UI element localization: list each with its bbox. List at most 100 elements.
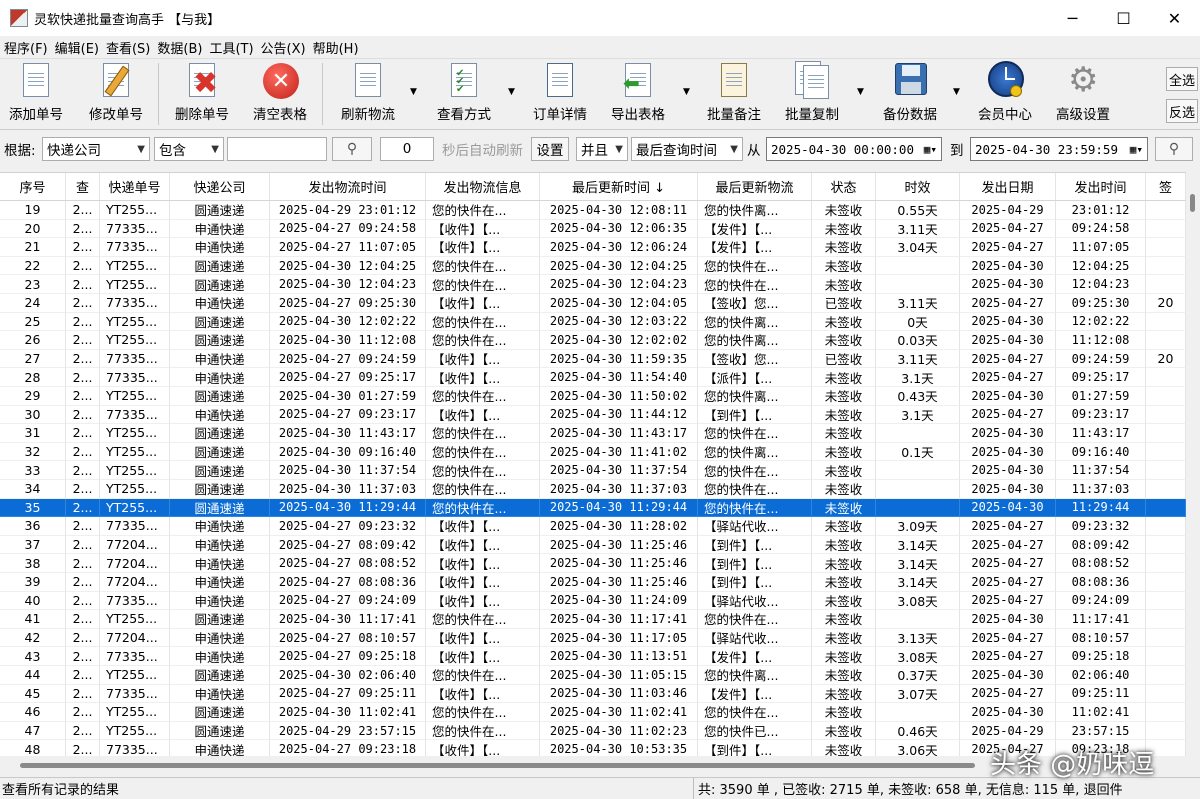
menu-data[interactable]: 数据(B) [153,38,205,57]
menu-notice[interactable]: 公告(X) [257,38,309,57]
advanced-settings-button[interactable]: ⚙ 高级设置 [1052,61,1114,127]
table-row[interactable]: 34 2... YT255... 圆通速递 2025-04-30 11:37:03 您的快… [0,480,1186,499]
table-row[interactable]: 43 2... 77335... 申通快递 2025-04-27 09:25:18 【收件… [0,647,1186,666]
export-table-button[interactable]: ⬅ 导出表格 [608,61,668,127]
table-row[interactable]: 25 2... YT255... 圆通速递 2025-04-30 12:02:22 您的快… [0,312,1186,332]
scroll-thumb[interactable] [1190,194,1195,212]
delete-order-button[interactable]: ✖ 删除单号 [172,61,232,127]
vertical-scrollbar[interactable] [1186,172,1200,756]
table-row[interactable]: 36 2... 77335... 申通快递 2025-04-27 09:23:32 【收件… [0,517,1186,536]
date-from-picker[interactable]: 2025-04-30 00:00:00 ▦▾ [766,137,942,161]
table-row[interactable]: 27 2... 77335... 申通快递 2025-04-27 09:24:59 【收件… [0,349,1186,369]
batch-copy-button[interactable]: 批量复制 [782,61,842,127]
clear-table-button[interactable]: ✕ 清空表格 [249,61,311,127]
header-col-last-update-time[interactable]: 最后更新时间 ↓ [540,173,698,200]
invert-selection-button[interactable]: 反选 [1166,99,1198,123]
backup-dropdown-icon[interactable]: ▼ [953,87,960,97]
refresh-dropdown-icon[interactable]: ▼ [410,87,417,97]
table-row[interactable]: 24 2... 77335... 申通快递 2025-04-27 09:25:30 【收件… [0,294,1186,313]
filter-field-select[interactable]: 快递公司 ▼ [42,137,150,161]
table-row[interactable]: 32 2... YT255... 圆通速递 2025-04-30 09:16:40 您的快… [0,442,1186,462]
search-button[interactable]: ⚲ [332,137,372,161]
batch-note-button[interactable]: 批量备注 [704,61,764,127]
header-col-send-time[interactable]: 发出物流时间 [270,173,426,200]
view-mode-button[interactable]: ✔ ✔ ✔ 查看方式 [434,61,494,127]
table-row[interactable]: 42 2... 77204... 申通快递 2025-04-27 08:10:57 【收件… [0,628,1186,648]
cell-courier: 申通快递 [170,573,270,592]
table-row[interactable]: 41 2... YT255... 圆通速递 2025-04-30 11:17:41 您的快… [0,610,1186,629]
backup-data-button[interactable]: 备份数据 [878,61,942,127]
cell-send-clock: 08:10:57 [1056,628,1146,648]
refresh-logistics-button[interactable]: 刷新物流 [338,61,398,127]
order-detail-button[interactable]: 订单详情 [530,61,590,127]
menu-edit[interactable]: 编辑(E) [51,38,102,57]
table-row[interactable]: 30 2... 77335... 申通快递 2025-04-27 09:23:17 【收件… [0,405,1186,425]
table-row[interactable]: 26 2... YT255... 圆通速递 2025-04-30 11:12:08 您的快… [0,331,1186,350]
header-col-status[interactable]: 状态 [812,173,876,200]
watermark-text: 头条 @奶味逗 [990,750,1155,780]
menu-help[interactable]: 帮助(H) [309,38,362,57]
header-col-send-info[interactable]: 发出物流信息 [426,173,540,200]
cell-sign [1146,610,1186,629]
maximize-button[interactable]: ☐ [1098,0,1149,36]
cell-send-date: 2025-04-30 [960,442,1056,462]
edit-order-button[interactable]: 修改单号 [86,61,146,127]
table-row[interactable]: 19 2... YT255... 圆通速递 2025-04-29 23:01:12 您的快… [0,201,1186,220]
add-order-label: 添加单号 [9,107,63,123]
table-row[interactable]: 22 2... YT255... 圆通速递 2025-04-30 12:04:25 您的快… [0,256,1186,276]
table-row[interactable]: 46 2... YT255... 圆通速递 2025-04-30 11:02:41 您的快… [0,703,1186,722]
table-row[interactable]: 40 2... 77335... 申通快递 2025-04-27 09:24:09 【收件… [0,591,1186,611]
table-row[interactable]: 35 2... YT255... 圆通速递 2025-04-30 11:29:44 您的快… [0,498,1186,518]
table-row[interactable]: 47 2... YT255... 圆通速递 2025-04-29 23:57:15 您的快… [0,721,1186,741]
export-dropdown-icon[interactable]: ▼ [683,87,690,97]
add-order-button[interactable]: 添加单号 [6,61,66,127]
header-col-tracking-no[interactable]: 快递单号 [100,173,170,200]
table-row[interactable]: 28 2... 77335... 申通快递 2025-04-27 09:25:17 【收件… [0,368,1186,387]
refresh-interval-input[interactable]: 0 [380,137,434,161]
settings-button[interactable]: 设置 [531,137,569,161]
cell-send-clock: 09:24:58 [1056,219,1146,239]
table-row[interactable]: 38 2... 77204... 申通快递 2025-04-27 08:08:52 【收件… [0,554,1186,573]
header-col-courier[interactable]: 快递公司 [170,173,270,200]
table-row[interactable]: 45 2... 77335... 申通快递 2025-04-27 09:25:11 【收件… [0,684,1186,704]
table-row[interactable]: 29 2... YT255... 圆通速递 2025-04-30 01:27:59 您的快… [0,387,1186,406]
minimize-button[interactable]: ─ [1047,0,1098,36]
cell-last-update-time: 2025-04-30 11:05:15 [540,666,698,685]
header-col-send-clock[interactable]: 发出时间 [1056,173,1146,200]
menu-program[interactable]: 程序(F) [0,38,51,57]
menu-view[interactable]: 查看(S) [102,38,153,57]
table-row[interactable]: 37 2... 77204... 申通快递 2025-04-27 08:09:42 【收件… [0,535,1186,555]
header-col-query[interactable]: 查 [66,173,100,200]
cell-duration: 3.11天 [876,294,960,313]
menu-tools[interactable]: 工具(T) [205,38,256,57]
header-col-send-date[interactable]: 发出日期 [960,173,1056,200]
cell-send-time: 2025-04-30 12:04:23 [270,275,426,294]
time-field-select[interactable]: 最后查询时间 ▼ [631,137,743,161]
chevron-down-icon: ▼ [137,143,145,155]
header-col-sign[interactable]: 签 [1146,173,1186,200]
query-button[interactable]: ⚲ [1155,137,1193,161]
date-to-picker[interactable]: 2025-04-30 23:59:59 ▦▾ [970,137,1148,161]
member-center-label: 会员中心 [978,107,1032,123]
table-row[interactable]: 44 2... YT255... 圆通速递 2025-04-30 02:06:40 您的快… [0,666,1186,685]
view-mode-dropdown-icon[interactable]: ▼ [508,87,515,97]
refresh-logistics-label: 刷新物流 [341,107,395,123]
member-center-button[interactable]: 会员中心 [974,61,1036,127]
table-row[interactable]: 39 2... 77204... 申通快递 2025-04-27 08:08:36 【收件… [0,573,1186,592]
copy-dropdown-icon[interactable]: ▼ [857,87,864,97]
table-row[interactable]: 23 2... YT255... 圆通速递 2025-04-30 12:04:23 您的快… [0,275,1186,294]
table-row[interactable]: 21 2... 77335... 申通快递 2025-04-27 11:07:05 【收件… [0,238,1186,257]
header-col-duration[interactable]: 时效 [876,173,960,200]
search-icon: ⚲ [1168,141,1180,157]
select-all-button[interactable]: 全选 [1166,67,1198,91]
close-button[interactable]: ✕ [1149,0,1200,36]
header-col-last-update-info[interactable]: 最后更新物流 [698,173,812,200]
logic-select[interactable]: 并且 ▼ [576,137,628,161]
table-row[interactable]: 31 2... YT255... 圆通速递 2025-04-30 11:43:17 您的快… [0,424,1186,443]
table-row[interactable]: 20 2... 77335... 申通快递 2025-04-27 09:24:58 【收件… [0,219,1186,239]
filter-keyword-input[interactable] [227,137,327,161]
table-row[interactable]: 33 2... YT255... 圆通速递 2025-04-30 11:37:54 您的快… [0,461,1186,480]
filter-operator-select[interactable]: 包含 ▼ [154,137,224,161]
header-col-index[interactable]: 序号 [0,173,66,200]
scroll-thumb[interactable] [20,763,975,768]
